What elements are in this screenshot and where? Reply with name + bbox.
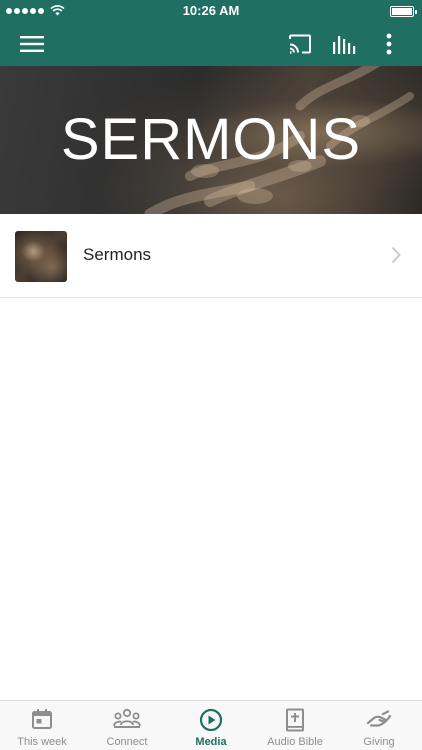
status-bar: 10:26 AM xyxy=(0,0,422,22)
hero-title: SERMONS xyxy=(60,107,362,172)
cast-icon xyxy=(289,34,311,54)
top-bar: 10:26 AM xyxy=(0,0,422,66)
chevron-right-icon xyxy=(391,246,401,264)
tab-giving[interactable]: Giving xyxy=(337,701,421,750)
list-item-label: Sermons xyxy=(83,245,152,264)
tab-label: Connect xyxy=(106,736,148,748)
calendar-icon xyxy=(32,709,52,729)
cast-button[interactable] xyxy=(278,22,322,66)
app-bar xyxy=(0,22,422,66)
tab-media[interactable]: Media xyxy=(169,701,253,750)
play-circle-icon xyxy=(199,708,223,732)
sermons-thumbnail xyxy=(15,231,67,282)
tab-audio-bible[interactable]: Audio Bible xyxy=(253,701,337,750)
list-item[interactable]: Sermons xyxy=(0,214,422,298)
giving-hand-icon xyxy=(366,710,392,727)
more-vertical-icon xyxy=(386,33,392,55)
bible-icon xyxy=(286,708,304,732)
tab-bar: This week Connect Media Audio Bible Givi… xyxy=(0,700,422,750)
hamburger-menu-icon xyxy=(20,36,44,52)
battery-icon xyxy=(390,6,417,17)
hero-banner: SERMONS xyxy=(0,66,422,214)
audio-bars-icon xyxy=(333,36,356,54)
tab-label: Giving xyxy=(363,736,395,748)
people-icon xyxy=(113,708,141,728)
audio-button[interactable] xyxy=(322,22,366,66)
app-screen: 10:26 AM SERMONS Sermons This week Conne… xyxy=(0,0,422,750)
tab-label: Audio Bible xyxy=(267,736,323,748)
more-button[interactable] xyxy=(367,22,411,66)
status-time: 10:26 AM xyxy=(182,3,240,18)
tab-connect[interactable]: Connect xyxy=(85,701,169,750)
menu-button[interactable] xyxy=(10,22,54,66)
tab-label: This week xyxy=(17,736,67,748)
tab-label: Media xyxy=(195,736,227,748)
tab-this-week[interactable]: This week xyxy=(0,701,84,750)
